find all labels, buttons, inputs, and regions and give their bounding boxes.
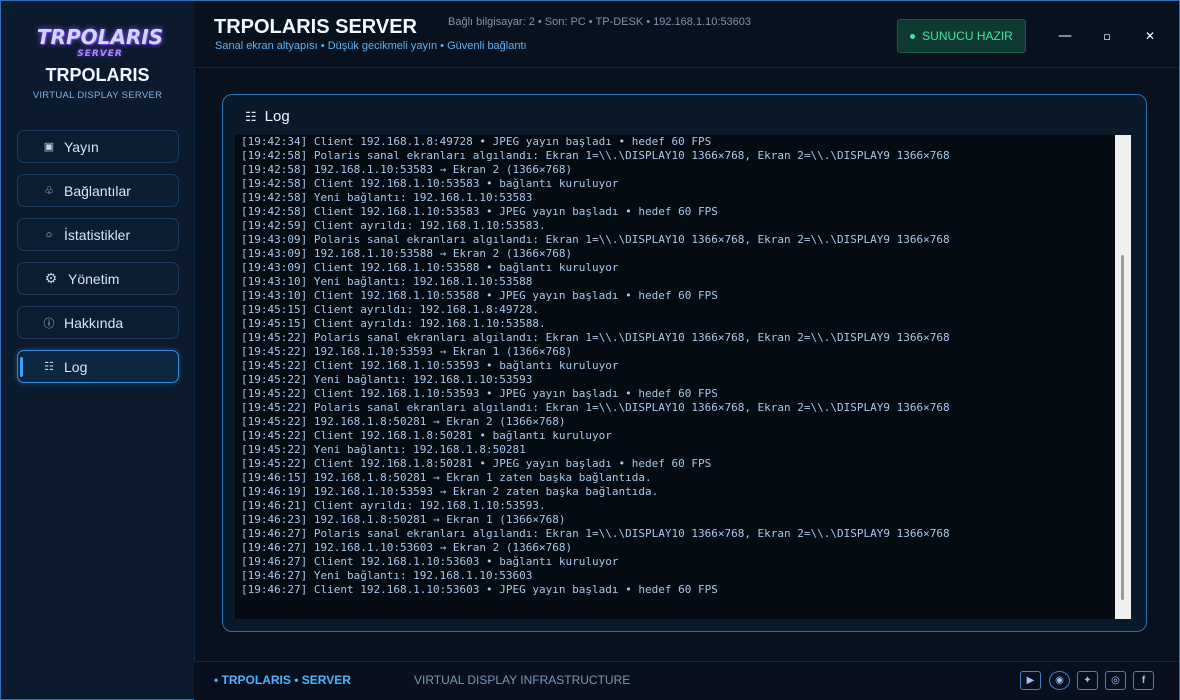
list-icon: ☷ <box>44 361 54 373</box>
log-line: [19:45:22] Yeni bağlantı: 192.168.1.10:5… <box>241 373 533 386</box>
log-line: [19:46:27] Polaris sanal ekranları algıl… <box>241 527 950 540</box>
nav-item-label: Yayın <box>64 138 99 155</box>
nav-item-yayin[interactable]: ▣ Yayın <box>17 130 179 163</box>
log-line: [19:45:22] Client 192.168.1.8:50281 • ba… <box>241 429 612 442</box>
log-line: [19:46:19] 192.168.1.10:53593 → Ekran 2 … <box>241 485 659 498</box>
log-line: [19:42:58] Polaris sanal ekranları algıl… <box>241 149 950 162</box>
log-line: [19:46:23] 192.168.1.8:50281 → Ekran 1 (… <box>241 513 566 526</box>
log-line: [19:43:10] Yeni bağlantı: 192.168.1.10:5… <box>241 275 533 288</box>
status-badge: SUNUCU HAZIR <box>897 19 1026 53</box>
log-line: [19:43:09] Client 192.168.1.10:53588 • b… <box>241 261 619 274</box>
log-line: [19:45:22] Client 192.168.1.10:53593 • J… <box>241 387 718 400</box>
log-line: [19:45:22] Client 192.168.1.8:50281 • JP… <box>241 457 712 470</box>
log-line: [19:45:22] Client 192.168.1.10:53593 • b… <box>241 359 619 372</box>
log-line: [19:45:22] Polaris sanal ekranları algıl… <box>241 401 950 414</box>
footer: • TRPOLARIS • SERVER VIRTUAL DISPLAY INF… <box>194 661 1179 700</box>
log-line: [19:42:34] Client 192.168.1.8:49728 • JP… <box>241 135 712 148</box>
connection-icon: ♧ <box>44 185 54 197</box>
log-line: [19:43:10] Client 192.168.1.10:53588 • J… <box>241 289 718 302</box>
footer-brand: • TRPOLARIS • SERVER <box>214 673 351 687</box>
nav-item-label: Log <box>64 358 88 375</box>
log-line: [19:42:58] Yeni bağlantı: 192.168.1.10:5… <box>241 191 533 204</box>
status-dot-icon <box>910 33 916 39</box>
nav-item-log[interactable]: ☷ Log <box>17 350 179 383</box>
status-text: SUNUCU HAZIR <box>922 29 1013 43</box>
scrollbar-thumb[interactable] <box>1121 255 1124 600</box>
log-line: [19:43:09] 192.168.1.10:53588 → Ekran 2 … <box>241 247 573 260</box>
close-button[interactable]: ✕ <box>1130 19 1170 53</box>
youtube-icon[interactable]: ▶ <box>1020 671 1041 690</box>
header: TRPOLARIS SERVER Sanal ekran altyapısı •… <box>194 1 1179 68</box>
sidebar: TRPOLARIS SERVER TRPOLARIS VIRTUAL DISPL… <box>1 1 195 699</box>
log-line: [19:46:21] Client ayrıldı: 192.168.1.10:… <box>241 499 546 512</box>
log-line: [19:46:27] Client 192.168.1.10:53603 • b… <box>241 555 619 568</box>
log-scrollbar[interactable] <box>1115 135 1131 619</box>
nav-item-yonetim[interactable]: ⚙ Yönetim <box>17 262 179 295</box>
log-line: [19:46:15] 192.168.1.8:50281 → Ekran 1 z… <box>241 471 652 484</box>
log-header: ☷ Log <box>245 108 290 125</box>
log-line: [19:43:09] Polaris sanal ekranları algıl… <box>241 233 950 246</box>
log-title: Log <box>264 108 290 125</box>
log-line: [19:45:22] Yeni bağlantı: 192.168.1.8:50… <box>241 443 526 456</box>
facebook-icon[interactable]: f <box>1133 671 1154 690</box>
connection-info: Bağlı bilgisayar: 2 • Son: PC • TP-DESK … <box>448 16 752 28</box>
footer-tagline: VIRTUAL DISPLAY INFRASTRUCTURE <box>414 673 631 687</box>
nav-item-istatistikler[interactable]: ○ İstatistikler <box>17 218 179 251</box>
twitter-icon[interactable]: ✦ <box>1077 671 1098 690</box>
log-line: [19:42:59] Client ayrıldı: 192.168.1.10:… <box>241 219 546 232</box>
log-line: [19:42:58] 192.168.1.10:53583 → Ekran 2 … <box>241 163 573 176</box>
nav-item-label: Bağlantılar <box>64 182 131 199</box>
log-line: [19:45:15] Client ayrıldı: 192.168.1.10:… <box>241 317 546 330</box>
nav-item-label: Yönetim <box>68 270 120 287</box>
stream-icon: ▣ <box>43 141 55 153</box>
log-line: [19:46:27] 192.168.1.10:53603 → Ekran 2 … <box>241 541 573 554</box>
instagram-icon[interactable]: ◎ <box>1105 671 1126 690</box>
log-line: [19:45:22] 192.168.1.10:53593 → Ekran 1 … <box>241 345 573 358</box>
maximize-button[interactable]: ▫ <box>1087 19 1127 53</box>
info-icon: ⓘ <box>43 317 55 330</box>
list-icon: ☷ <box>245 108 257 124</box>
stats-icon: ○ <box>45 228 53 241</box>
minimize-button[interactable]: — <box>1045 19 1085 53</box>
nav-item-hakkinda[interactable]: ⓘ Hakkında <box>17 306 179 339</box>
log-line: [19:42:58] Client 192.168.1.10:53583 • b… <box>241 177 619 190</box>
logo-wordmark: TRPOLARIS <box>36 25 164 49</box>
log-line: [19:45:22] 192.168.1.8:50281 → Ekran 2 (… <box>241 415 566 428</box>
log-textarea[interactable]: [19:42:34] Client 192.168.1.8:49728 • JP… <box>235 135 1115 619</box>
logo-subtext: SERVER <box>77 49 123 59</box>
github-icon[interactable]: ◉ <box>1049 671 1070 690</box>
page-subtitle: Sanal ekran altyapısı • Düşük gecikmeli … <box>215 40 527 52</box>
log-line: [19:45:22] Polaris sanal ekranları algıl… <box>241 331 950 344</box>
log-line: [19:46:27] Yeni bağlantı: 192.168.1.10:5… <box>241 569 533 582</box>
brand-subtitle: VIRTUAL DISPLAY SERVER <box>32 90 163 101</box>
app-window: TRPOLARIS SERVER TRPOLARIS VIRTUAL DISPL… <box>0 0 1180 700</box>
nav-item-label: İstatistikler <box>64 226 131 243</box>
logo: TRPOLARIS SERVER <box>15 11 181 117</box>
gear-icon: ⚙ <box>44 270 58 286</box>
log-line: [19:42:58] Client 192.168.1.10:53583 • J… <box>241 205 718 218</box>
page-title: TRPOLARIS SERVER <box>214 16 417 38</box>
log-panel: ☷ Log [19:42:34] Client 192.168.1.8:4972… <box>222 94 1147 632</box>
log-lines: [19:42:34] Client 192.168.1.8:49728 • JP… <box>241 135 950 597</box>
log-line: [19:45:15] Client ayrıldı: 192.168.1.8:4… <box>241 303 540 316</box>
nav-item-baglantilar[interactable]: ♧ Bağlantılar <box>17 174 179 207</box>
nav-item-label: Hakkında <box>64 314 124 331</box>
log-line: [19:46:27] Client 192.168.1.10:53603 • J… <box>241 583 718 596</box>
brand-name: TRPOLARIS <box>45 65 150 85</box>
